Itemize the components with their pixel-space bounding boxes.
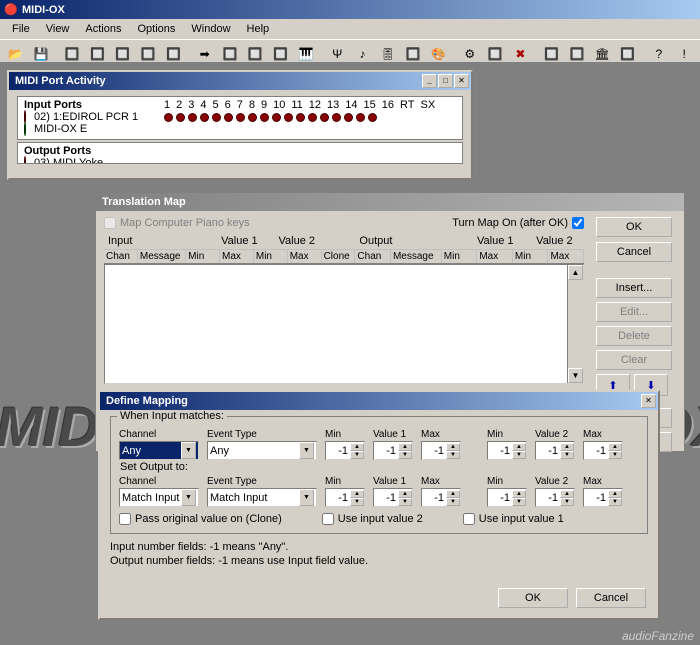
input-port-row: MIDI-OX E — [24, 123, 456, 135]
use-value2-checkbox[interactable]: Use input value 2 — [322, 513, 423, 525]
out-v2-min[interactable]: ▲▼ — [487, 488, 527, 507]
translation-map-title: Translation Map — [102, 196, 682, 208]
pass-clone-checkbox[interactable]: Pass original value on (Clone) — [119, 513, 282, 525]
scrollbar[interactable]: ▲ ▼ — [567, 265, 583, 383]
delete-button: Delete — [596, 326, 672, 346]
define-mapping-titlebar[interactable]: Define Mapping ✕ — [100, 392, 658, 410]
menu-view[interactable]: View — [38, 21, 78, 37]
output-ports-heading: Output Ports — [24, 145, 164, 157]
close-button[interactable]: ✕ — [454, 74, 469, 88]
input-groupbox: When Input matches: Channel Any▼ Event T… — [110, 416, 648, 534]
menu-help[interactable]: Help — [239, 21, 278, 37]
insert-button[interactable]: Insert... — [596, 278, 672, 298]
input-port-row: 02) 1:EDIROL PCR 1 — [24, 111, 456, 123]
define-mapping-dialog: Define Mapping ✕ When Input matches: Cha… — [98, 390, 660, 620]
led-icon — [24, 111, 34, 123]
main-titlebar: 🔴 MIDI-OX — [0, 0, 700, 19]
menu-window[interactable]: Window — [183, 21, 238, 37]
out-v1-max[interactable]: ▲▼ — [421, 488, 461, 507]
scroll-up-button[interactable]: ▲ — [568, 265, 583, 280]
output-port-row: 03) MIDI Yoke — [24, 157, 456, 164]
led-icon — [24, 123, 34, 135]
mapping-list[interactable]: ▲ ▼ — [104, 264, 584, 384]
table-headers: Input Value 1 Value 2 Chan Message Min — [104, 233, 584, 264]
port-activity-window: MIDI Port Activity _ □ ✕ Input Ports 123… — [7, 70, 473, 180]
out-channel-select[interactable]: Match Input▼ — [119, 488, 199, 507]
maximize-button[interactable]: □ — [438, 74, 453, 88]
out-v2-val[interactable]: ▲▼ — [535, 488, 575, 507]
hint-text: Input number fields: -1 means "Any". Out… — [110, 540, 648, 569]
main-window: 🔴 MIDI-OX File View Actions Options Wind… — [0, 0, 700, 645]
map-piano-checkbox[interactable]: Map Computer Piano keys — [104, 217, 250, 229]
cancel-button[interactable]: Cancel — [576, 588, 646, 608]
in-v2-max[interactable]: ▲▼ — [583, 441, 623, 460]
workspace: MIDI OX MIDI Port Activity _ □ ✕ Input P… — [0, 62, 700, 645]
menu-options[interactable]: Options — [129, 21, 183, 37]
turn-map-on-checkbox[interactable]: Turn Map On (after OK) — [452, 217, 584, 229]
in-channel-select[interactable]: Any▼ — [119, 441, 199, 460]
in-v2-min[interactable]: ▲▼ — [487, 441, 527, 460]
menu-file[interactable]: File — [4, 21, 38, 37]
input-ports-heading: Input Ports — [24, 99, 164, 111]
in-eventtype-select[interactable]: Any▼ — [207, 441, 317, 460]
app-icon: 🔴 — [4, 3, 18, 17]
port-activity-title: MIDI Port Activity — [15, 75, 422, 87]
cancel-button[interactable]: Cancel — [596, 242, 672, 262]
ok-button[interactable]: OK — [596, 217, 672, 237]
out-v2-max[interactable]: ▲▼ — [583, 488, 623, 507]
out-v1-min[interactable]: ▲▼ — [325, 488, 365, 507]
in-v2-val[interactable]: ▲▼ — [535, 441, 575, 460]
in-v1-val[interactable]: ▲▼ — [373, 441, 413, 460]
close-button[interactable]: ✕ — [641, 394, 656, 408]
port-numbers: 12345678910111213141516RTSX — [164, 99, 435, 111]
menubar: File View Actions Options Window Help — [0, 19, 700, 39]
edit-button: Edit... — [596, 302, 672, 322]
minimize-button[interactable]: _ — [422, 74, 437, 88]
in-v1-max[interactable]: ▲▼ — [421, 441, 461, 460]
port-activity-titlebar[interactable]: MIDI Port Activity _ □ ✕ — [9, 72, 471, 90]
watermark: audioFanzine — [622, 629, 694, 643]
translation-map-titlebar[interactable]: Translation Map — [96, 193, 684, 211]
menu-actions[interactable]: Actions — [77, 21, 129, 37]
out-v1-val[interactable]: ▲▼ — [373, 488, 413, 507]
define-mapping-title: Define Mapping — [106, 395, 641, 407]
out-eventtype-select[interactable]: Match Input▼ — [207, 488, 317, 507]
app-title: MIDI-OX — [22, 4, 65, 16]
use-value1-checkbox[interactable]: Use input value 1 — [463, 513, 564, 525]
in-v1-min[interactable]: ▲▼ — [325, 441, 365, 460]
scroll-down-button[interactable]: ▼ — [568, 368, 583, 383]
ok-button[interactable]: OK — [498, 588, 568, 608]
clear-button: Clear — [596, 350, 672, 370]
